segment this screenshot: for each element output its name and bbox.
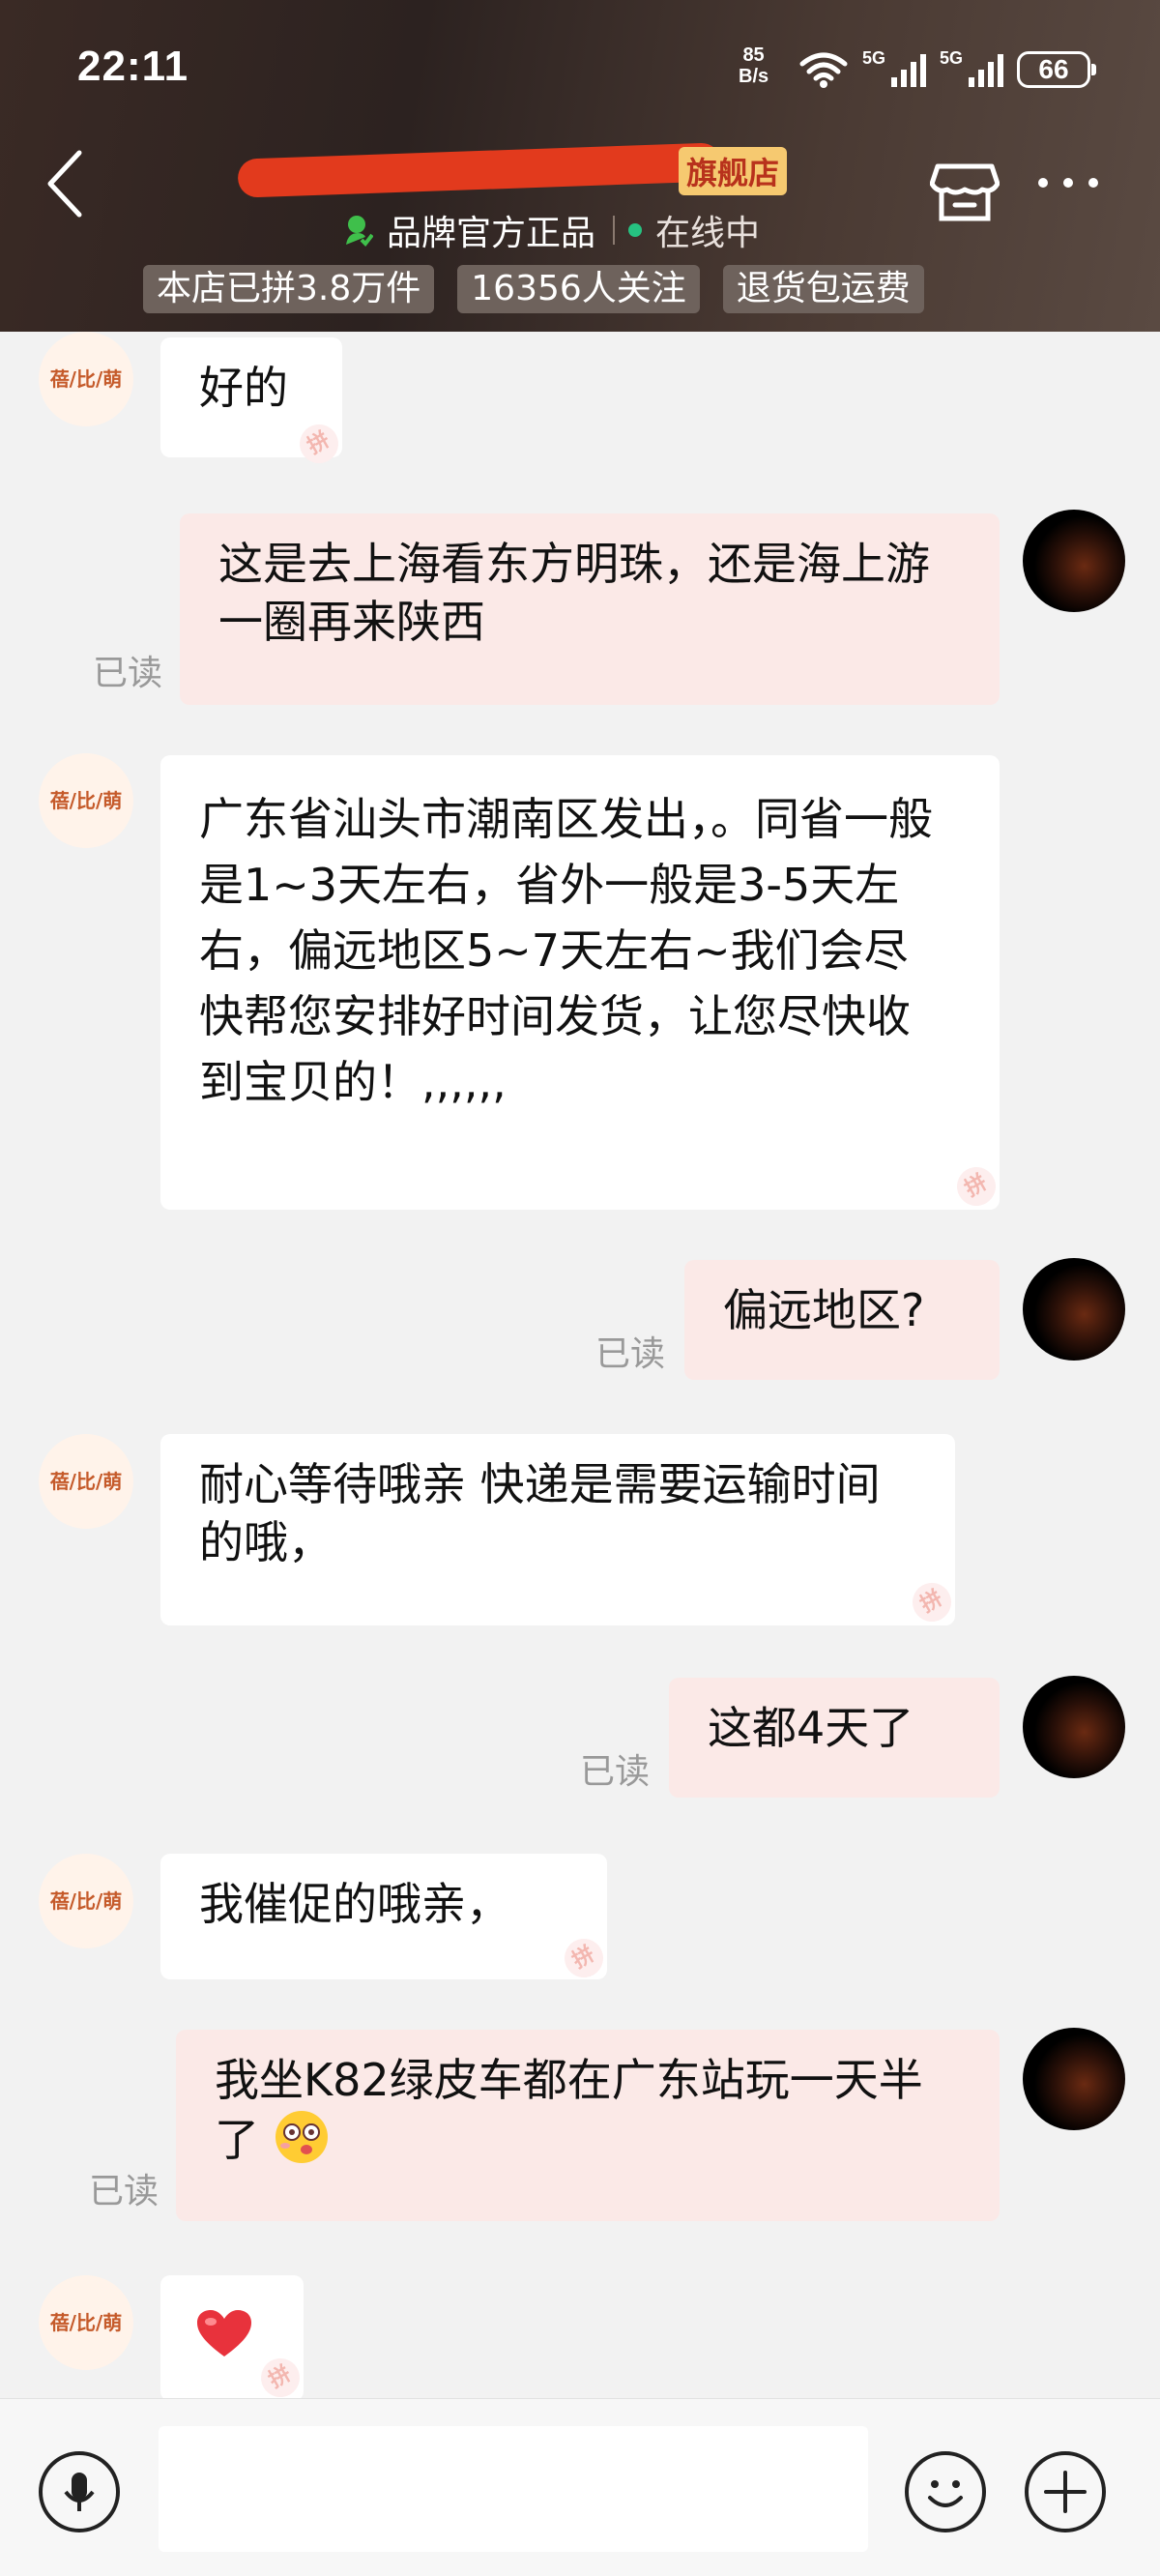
shop-avatar[interactable]: 蓓/比/萌 [39, 753, 133, 848]
back-arrow-icon[interactable] [39, 145, 97, 222]
status-icons: 5G 5G 66 [798, 48, 1096, 91]
message-text: 广东省汕头市潮南区发出，。同省一般是1~3天左右，省外一般是3-5天左右，偏远地… [199, 793, 933, 1108]
network-speed: 85 B/s [739, 44, 769, 87]
stat-free-return: 退货包运费 [722, 265, 924, 313]
message-text: 好的 [199, 362, 288, 414]
shop-avatar[interactable]: 蓓/比/萌 [39, 2275, 133, 2370]
shop-stats: 本店已拼3.8万件 16356人关注 退货包运费 [143, 265, 924, 313]
redacted-shop-name [237, 142, 722, 198]
input-bar [0, 2398, 1160, 2576]
more-icon[interactable] [1038, 178, 1098, 188]
read-label: 已读 [93, 654, 163, 693]
battery-icon: 66 [1017, 51, 1096, 88]
message-text: 偏远地区? [723, 1284, 925, 1336]
stat-followers: 16356人关注 [457, 265, 700, 313]
flagship-badge: 旗舰店 [679, 147, 788, 195]
chat-list[interactable]: 蓓/比/萌 好的 拼 已读 这是去上海看东方明珠，还是海上游一圈再来陕西 蓓/比… [0, 332, 1160, 2405]
heart-icon [197, 2310, 251, 2356]
online-dot [628, 223, 643, 237]
read-label: 已读 [89, 2172, 160, 2211]
user-avatar[interactable] [1023, 2028, 1125, 2130]
message-text: 这是去上海看东方明珠，还是海上游一圈再来陕西 [218, 538, 930, 648]
user-avatar[interactable] [1023, 1258, 1125, 1361]
official-badge: 品牌官方正品 [387, 214, 596, 253]
chat-header: 22:11 85 B/s 5G 5G 66 旗舰店 品牌官方正品 在线中 本店已… [0, 0, 1160, 332]
online-status: 在线中 [655, 214, 761, 253]
message-bubble[interactable]: 偏远地区? [684, 1260, 1000, 1380]
shop-avatar[interactable]: 蓓/比/萌 [39, 1854, 133, 1948]
read-label: 已读 [595, 1334, 666, 1374]
microphone-icon[interactable] [39, 2451, 120, 2532]
status-bar: 22:11 85 B/s 5G 5G 66 [0, 0, 1160, 135]
message-bubble[interactable]: 这都4天了 [669, 1678, 1000, 1798]
signal-icon: 5G [940, 48, 1003, 87]
message-text: 耐心等待哦亲 快递是需要运输时间的哦， [199, 1458, 881, 1568]
message-bubble[interactable]: 我坐K82绿皮车都在广东站玩一天半了 [176, 2030, 1000, 2221]
message-bubble[interactable]: 这是去上海看东方明珠，还是海上游一圈再来陕西 [180, 513, 1000, 705]
signal-icon: 5G [862, 48, 926, 87]
wifi-icon [799, 52, 848, 88]
shop-avatar[interactable]: 蓓/比/萌 [39, 332, 133, 426]
message-input[interactable] [159, 2426, 868, 2552]
stat-sold: 本店已拼3.8万件 [143, 265, 435, 313]
message-text: 这都4天了 [708, 1702, 914, 1754]
status-time: 22:11 [77, 43, 189, 90]
user-avatar[interactable] [1023, 510, 1125, 612]
dizzy-face-emoji [275, 2111, 328, 2163]
message-bubble[interactable]: 我催促的哦亲， [160, 1854, 607, 1979]
shop-name[interactable]: 旗舰店 [237, 142, 810, 198]
plus-icon[interactable] [1025, 2451, 1106, 2532]
store-icon[interactable] [930, 155, 1000, 224]
emoji-icon[interactable] [905, 2451, 986, 2532]
shop-badges: 品牌官方正品 在线中 [344, 205, 760, 255]
read-label: 已读 [580, 1752, 651, 1792]
divider [613, 216, 616, 245]
shop-avatar[interactable]: 蓓/比/萌 [39, 1434, 133, 1529]
message-bubble[interactable]: 广东省汕头市潮南区发出，。同省一般是1~3天左右，省外一般是3-5天左右，偏远地… [160, 755, 1000, 1210]
user-avatar[interactable] [1023, 1676, 1125, 1778]
message-text: 我催促的哦亲， [199, 1878, 510, 1930]
message-bubble[interactable]: 耐心等待哦亲 快递是需要运输时间的哦， [160, 1434, 955, 1625]
verified-icon [346, 216, 373, 247]
